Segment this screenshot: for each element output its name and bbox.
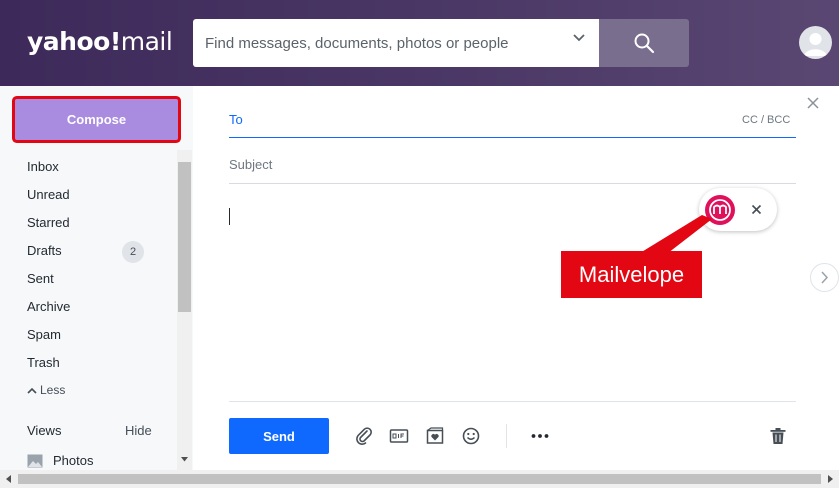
sidebar-item-inbox[interactable]: Inbox	[27, 157, 59, 177]
compose-button[interactable]: Compose	[15, 99, 178, 140]
scroll-down-arrow-icon[interactable]	[180, 456, 189, 463]
close-icon[interactable]	[806, 96, 820, 110]
logo-suffix: mail	[120, 27, 173, 56]
photo-icon	[27, 454, 43, 468]
smiley-icon[interactable]	[461, 426, 481, 446]
expand-panel-button[interactable]	[810, 263, 839, 292]
sticker-heart-icon[interactable]	[425, 426, 445, 446]
to-field-underline	[229, 137, 796, 138]
sidebar-item-starred[interactable]: Starred	[27, 213, 70, 233]
close-mailvelope-icon[interactable]	[751, 204, 762, 215]
hide-views-link[interactable]: Hide	[125, 423, 152, 438]
search-icon	[634, 33, 655, 54]
subject-field-underline	[229, 183, 796, 184]
search-input[interactable]	[205, 19, 565, 67]
subject-field[interactable]: Subject	[229, 157, 272, 172]
cc-bcc-link[interactable]: CC / BCC	[742, 114, 790, 126]
chevron-up-icon	[27, 387, 37, 394]
yahoo-mail-logo[interactable]: yahoo!mail	[27, 27, 173, 56]
drafts-count-badge: 2	[122, 241, 144, 263]
photos-label: Photos	[53, 453, 94, 468]
scroll-left-arrow-icon[interactable]	[4, 474, 14, 484]
avatar[interactable]	[799, 26, 832, 59]
user-avatar-icon	[804, 33, 827, 56]
paperclip-icon[interactable]	[354, 426, 374, 446]
sidebar-item-unread[interactable]: Unread	[27, 185, 70, 205]
less-label: Less	[40, 383, 66, 397]
sidebar-item-drafts[interactable]: Drafts	[27, 241, 62, 261]
scroll-right-arrow-icon[interactable]	[825, 474, 835, 484]
trash-icon[interactable]	[768, 426, 788, 446]
chevron-right-icon	[821, 271, 829, 284]
views-heading: Views	[27, 423, 62, 438]
less-toggle[interactable]: Less	[27, 381, 65, 399]
message-body-caret	[229, 208, 230, 225]
sidebar-item-spam[interactable]: Spam	[27, 325, 61, 345]
toolbar-separator	[506, 424, 507, 448]
horizontal-scrollbar-thumb[interactable]	[18, 474, 821, 484]
sidebar-item-archive[interactable]: Archive	[27, 297, 70, 317]
logo-text: yahoo!	[27, 27, 121, 56]
gif-icon[interactable]	[389, 426, 409, 446]
mailvelope-callout: Mailvelope	[561, 251, 702, 298]
chevron-down-icon[interactable]	[572, 33, 586, 43]
sidebar-scrollbar-thumb[interactable]	[178, 162, 191, 312]
search-box	[193, 19, 599, 67]
sidebar-item-trash[interactable]: Trash	[27, 353, 60, 373]
toolbar-divider	[229, 401, 796, 402]
more-dots-icon[interactable]	[530, 426, 550, 446]
search-button[interactable]	[599, 19, 689, 67]
to-label[interactable]: To	[229, 112, 243, 127]
sidebar-item-sent[interactable]: Sent	[27, 269, 54, 289]
send-button[interactable]: Send	[229, 418, 329, 454]
